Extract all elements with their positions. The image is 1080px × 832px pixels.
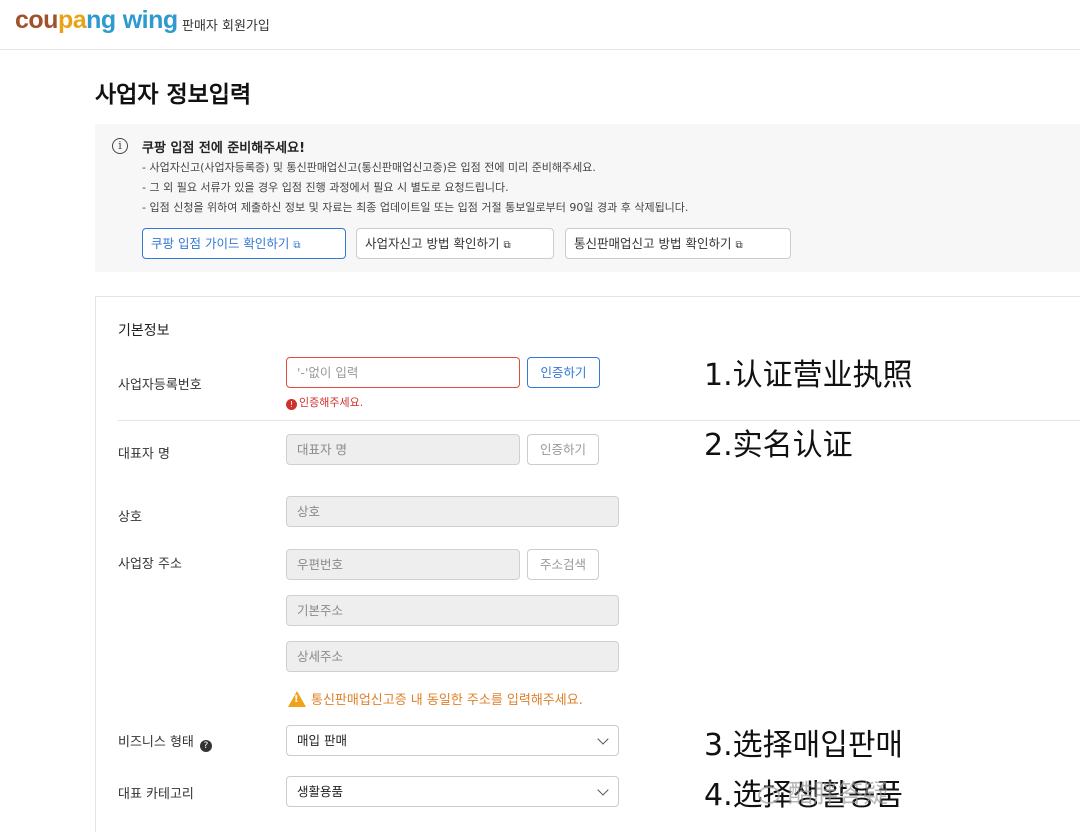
verify-business-button[interactable]: 인증하기 [527,357,600,388]
divider [118,420,1080,421]
selected-value: 매입 판매 [297,733,347,748]
coupang-guide-button[interactable]: 쿠팡 입점 가이드 확인하기 ⧉ [142,228,346,259]
header-subtitle: 판매자 회원가입 [182,19,270,34]
basic-address-input[interactable]: 기본주소 [286,595,619,626]
wechat-icon [758,786,780,804]
top-navigation-bar: coupang wing 판매자 회원가입 [0,0,1080,50]
error-message: ! 인증해주세요. [286,394,363,410]
help-icon[interactable]: ? [199,740,212,752]
company-input[interactable]: 상호 [286,496,619,527]
notice-line: - 그 외 필요 서류가 있을 경우 입점 진행 과정에서 필요 시 별도로 요… [142,181,509,194]
company-label: 상호 [118,510,142,525]
button-label: 통신판매업신고 방법 확인하기 [574,236,732,251]
error-icon: ! [286,399,297,410]
section-title: 기본정보 [118,323,170,339]
verify-representative-button[interactable]: 인증하기 [527,434,599,465]
annotation-step-1: 1.认证营业执照 [704,358,913,393]
representative-input[interactable]: 대표자 명 [286,434,520,465]
category-label: 대표 카테고리 [118,787,194,802]
chevron-down-icon [597,784,609,796]
warning-text: 통신판매업신고증 내 동일한 주소를 입력해주세요. [311,693,583,708]
chevron-down-icon [597,733,609,745]
external-link-icon: ⧉ [503,240,511,251]
business-type-label: 비즈니스 형태? [118,731,212,752]
watermark-text: 酷胖答疑 [788,779,889,808]
business-type-select[interactable]: 매입 판매 [286,725,619,756]
button-label: 사업자신고 방법 확인하기 [365,236,500,251]
watermark: 酷胖答疑 [758,774,888,810]
notice-box: i 쿠팡 입점 전에 준비해주세요! - 사업자신고(사업자등록증) 및 통신판… [95,124,1080,272]
address-search-button[interactable]: 주소검색 [527,549,599,580]
category-select[interactable]: 생활용품 [286,776,619,807]
page-title: 사업자 정보입력 [95,82,252,108]
business-report-guide-button[interactable]: 사업자신고 방법 확인하기 ⧉ [356,228,554,259]
postcode-input[interactable]: 우편번호 [286,549,520,580]
external-link-icon: ⧉ [735,240,743,251]
button-label: 쿠팡 입점 가이드 확인하기 [151,236,290,251]
ecommerce-report-guide-button[interactable]: 통신판매업신고 방법 확인하기 ⧉ [565,228,791,259]
notice-title: 쿠팡 입점 전에 준비해주세요! [142,141,306,156]
warning-message: ! 통신판매업신고증 내 동일한 주소를 입력해주세요. [288,689,583,708]
business-number-input[interactable]: '-'없이 입력 [286,357,520,388]
selected-value: 생활용품 [297,784,344,799]
notice-line: - 사업자신고(사업자등록증) 및 통신판매업신고(통신판매업신고증)은 입점 … [142,161,596,174]
detail-address-input[interactable]: 상세주소 [286,641,619,672]
coupang-wing-logo[interactable]: coupang wing [15,6,178,35]
warning-icon: ! [288,691,306,707]
representative-label: 대표자 명 [118,447,170,462]
annotation-step-2: 2.实名认证 [704,428,853,463]
external-link-icon: ⧉ [293,240,301,251]
error-text: 인증해주세요. [299,396,364,409]
address-label: 사업장 주소 [118,557,182,572]
info-icon: i [112,138,128,154]
annotation-step-3: 3.选择매입판매 [704,728,904,763]
notice-line: - 입점 신청을 위하여 제출하신 정보 및 자료는 최종 업데이트일 또는 입… [142,201,689,214]
business-type-label-text: 비즈니스 형태 [118,735,194,750]
business-number-label: 사업자등록번호 [118,378,202,393]
basic-info-form: 기본정보 사업자등록번호 '-'없이 입력 인증하기 ! 인증해주세요. 대표자 … [95,296,1080,832]
